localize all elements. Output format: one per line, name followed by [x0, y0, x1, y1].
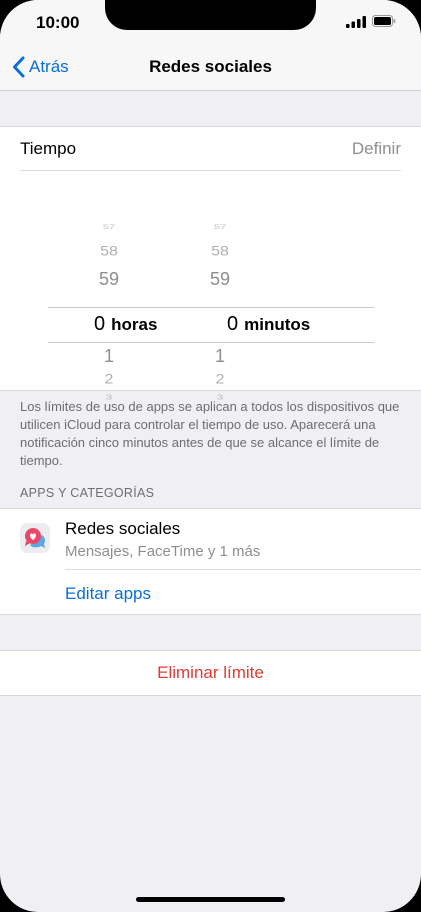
hours-option[interactable]: 57 — [91, 223, 127, 230]
hours-option[interactable]: 58 — [91, 244, 127, 259]
row-divider — [65, 569, 421, 570]
hours-unit: horas — [111, 315, 158, 334]
time-value: Definir — [351, 139, 401, 158]
page-title: Redes sociales — [149, 57, 272, 76]
hours-option[interactable]: 59 — [91, 269, 127, 290]
navigation-bar: Atrás Redes sociales — [0, 44, 421, 91]
status-bar: 10:00 — [0, 0, 421, 44]
time-limit-group: Tiempo Definir 57 58 59 0 horas 1 2 3 57 … — [0, 126, 421, 401]
phone-screen: 10:00 Atrás Redes sociales Tiempo Defini… — [0, 0, 421, 912]
minutes-selected[interactable]: 0 minutos — [227, 313, 310, 336]
hours-value: 0 — [94, 313, 106, 335]
minutes-option[interactable]: 59 — [202, 269, 238, 290]
time-picker[interactable]: 57 58 59 0 horas 1 2 3 57 58 59 0 minutos … — [0, 171, 421, 401]
minutes-option[interactable]: 1 — [208, 346, 232, 367]
minutes-option[interactable]: 58 — [204, 244, 236, 259]
social-networks-category-icon — [20, 523, 50, 553]
category-name: Redes sociales — [65, 519, 181, 538]
apps-categories-group: Redes sociales Mensajes, FaceTime y 1 má… — [0, 508, 421, 615]
battery-icon — [372, 15, 396, 27]
home-indicator[interactable] — [136, 897, 285, 902]
edit-apps-button[interactable]: Editar apps — [65, 584, 151, 604]
cellular-signal-icon — [346, 16, 366, 28]
hours-selected[interactable]: 0 horas — [94, 313, 157, 336]
minutes-unit: minutos — [244, 315, 311, 334]
delete-limit-group: Eliminar límite — [0, 650, 421, 696]
minutes-option[interactable]: 2 — [208, 372, 232, 387]
chat-bubbles-heart-icon — [25, 528, 46, 548]
time-row[interactable]: Tiempo Definir — [20, 127, 401, 171]
minutes-value: 0 — [227, 313, 239, 335]
usage-limit-footer-note: Los límites de uso de apps se aplican a … — [20, 399, 400, 468]
notch — [105, 0, 316, 30]
category-subtitle: Mensajes, FaceTime y 1 más — [65, 543, 261, 560]
section-header-apps-categories: APPS Y CATEGORÍAS — [20, 486, 155, 500]
minutes-option[interactable]: 57 — [208, 223, 232, 230]
status-time: 10:00 — [36, 13, 80, 32]
hours-option[interactable]: 2 — [91, 372, 127, 387]
delete-limit-button[interactable]: Eliminar límite — [0, 663, 421, 683]
hours-option[interactable]: 1 — [91, 346, 127, 367]
time-label: Tiempo — [20, 139, 77, 158]
